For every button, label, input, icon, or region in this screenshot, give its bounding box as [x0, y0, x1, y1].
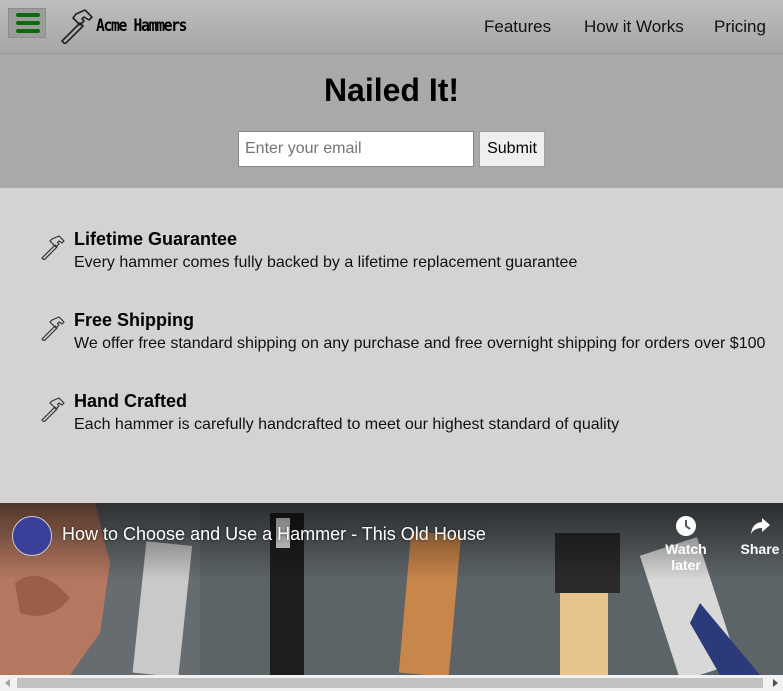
- site-header: Acme Hammers Features How it Works Prici…: [0, 0, 783, 54]
- hammer-logo-icon: [61, 9, 93, 44]
- clock-icon: [676, 516, 696, 536]
- hammer-icon: [41, 397, 65, 422]
- brand-name[interactable]: Acme Hammers: [96, 16, 187, 36]
- submit-button[interactable]: Submit: [479, 131, 545, 167]
- hero-title: Nailed It!: [323, 72, 460, 108]
- video-title[interactable]: How to Choose and Use a Hammer - This Ol…: [62, 524, 486, 545]
- nav-link-pricing[interactable]: Pricing: [714, 17, 766, 37]
- video-player[interactable]: How to Choose and Use a Hammer - This Ol…: [0, 503, 783, 675]
- menu-bar-icon: [16, 21, 40, 25]
- share-label: Share: [740, 541, 780, 557]
- hammer-icon: [41, 316, 65, 341]
- feature-description: We offer free standard shipping on any p…: [74, 335, 766, 352]
- watch-later-label: Watch later: [665, 541, 707, 573]
- nav-link-how-it-works[interactable]: How it Works: [584, 17, 684, 37]
- hammer-icon: [41, 235, 65, 260]
- menu-bar-icon: [16, 13, 40, 17]
- share-arrow-icon: [751, 518, 770, 534]
- watch-later-button[interactable]: Watch later: [650, 515, 722, 573]
- horizontal-scrollbar[interactable]: [0, 675, 783, 691]
- feature-title: Free Shipping: [74, 310, 195, 330]
- scroll-right-arrow-icon[interactable]: [773, 679, 778, 687]
- hero-section: Nailed It! Submit: [0, 54, 783, 188]
- hamburger-menu-button[interactable]: [8, 8, 46, 38]
- channel-avatar[interactable]: [12, 516, 52, 556]
- feature-description: Every hammer comes fully backed by a lif…: [74, 254, 578, 271]
- feature-title: Hand Crafted: [74, 391, 188, 411]
- feature-title: Lifetime Guarantee: [74, 229, 238, 249]
- share-button[interactable]: Share: [740, 515, 780, 557]
- menu-bar-icon: [16, 29, 40, 33]
- feature-description: Each hammer is carefully handcrafted to …: [74, 416, 620, 433]
- nav-link-features[interactable]: Features: [484, 17, 551, 37]
- scroll-left-arrow-icon[interactable]: [5, 679, 10, 687]
- scrollbar-thumb[interactable]: [17, 678, 763, 688]
- email-input[interactable]: [238, 131, 474, 167]
